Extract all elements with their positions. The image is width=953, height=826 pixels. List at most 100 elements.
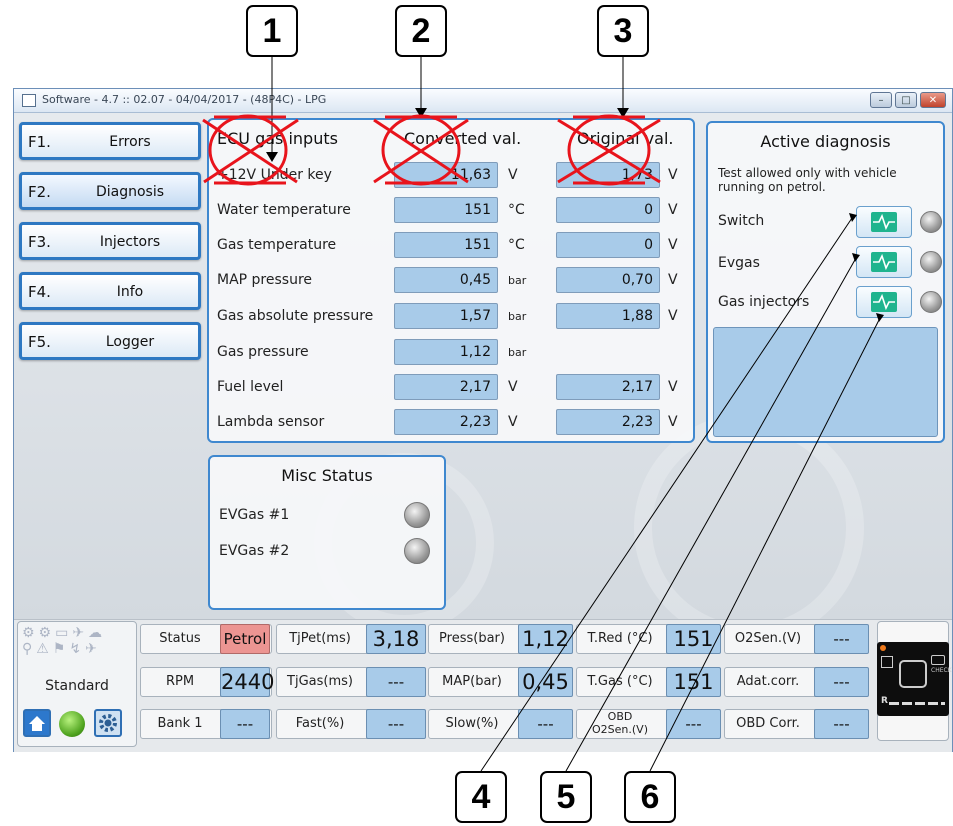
minimize-button[interactable]: – <box>870 92 892 108</box>
status-label: TjPet(ms) <box>289 631 351 646</box>
original-unit: V <box>668 202 678 218</box>
misc-status-title: Misc Status <box>281 466 373 485</box>
converted-value: 1,57 <box>394 303 498 329</box>
nav-label: Logger <box>105 334 155 350</box>
status-value: --- <box>814 709 869 739</box>
gauge-icon <box>899 660 927 688</box>
status-value: --- <box>814 667 869 697</box>
status-label: Adat.corr. <box>736 674 800 689</box>
callout-4: 4 <box>455 771 507 823</box>
diag-evgas-label: Evgas <box>718 255 760 271</box>
original-unit: V <box>668 237 678 253</box>
nav-injectors-button[interactable]: F3. Injectors <box>19 222 201 260</box>
converted-value: 1,12 <box>394 339 498 365</box>
settings-button[interactable] <box>94 709 122 737</box>
gear-icon <box>99 714 117 732</box>
status-value: 151 <box>666 667 721 697</box>
nav-errors-button[interactable]: F1. Errors <box>19 122 201 160</box>
status-label: OBD O2Sen.(V) <box>592 710 648 736</box>
original-unit: V <box>668 167 678 183</box>
home-button[interactable] <box>23 709 51 737</box>
converted-header: Converted val. <box>404 129 522 148</box>
callout-6: 6 <box>624 771 676 823</box>
converted-value: 151 <box>394 232 498 258</box>
converted-unit: °C <box>508 237 525 253</box>
close-button[interactable]: ✕ <box>920 92 946 108</box>
status-label: O2Sen.(V) <box>734 631 802 646</box>
input-label: Gas absolute pressure <box>217 308 374 324</box>
status-value: --- <box>518 709 573 739</box>
dashboard-display: CHECK R <box>877 642 952 716</box>
input-label: Fuel level <box>217 379 284 395</box>
diagnosis-output-box <box>713 327 938 437</box>
nav-label: Info <box>116 284 144 300</box>
original-value: 0 <box>556 197 660 223</box>
callout-3: 3 <box>597 5 649 57</box>
status-value: --- <box>220 709 270 739</box>
status-value: --- <box>666 709 721 739</box>
status-value: 3,18 <box>366 624 426 654</box>
nav-info-button[interactable]: F4. Info <box>19 272 201 310</box>
nav-logger-button[interactable]: F5. Logger <box>19 322 201 360</box>
diag-evgas-test-button[interactable] <box>856 246 912 278</box>
evgas1-label: EVGas #1 <box>219 507 290 523</box>
original-unit: V <box>668 414 678 430</box>
converted-unit: °C <box>508 202 525 218</box>
input-label: Gas temperature <box>217 237 337 253</box>
original-value: 1,88 <box>556 303 660 329</box>
input-label: Water temperature <box>217 202 351 218</box>
status-label: RPM <box>165 674 195 689</box>
status-value: 2440 <box>220 667 274 697</box>
window-title: Software - 4.7 :: 02.07 - 04/04/2017 - (… <box>42 93 327 106</box>
disabled-tool-icons: ⚙⚙▭✈☁ ⚲⚠⚑↯✈ <box>22 625 107 657</box>
converted-unit: V <box>508 379 518 395</box>
status-label: MAP(bar) <box>442 674 502 689</box>
evgas1-led <box>404 502 430 528</box>
status-label: Slow(%) <box>445 716 499 731</box>
home-icon <box>29 716 45 731</box>
converted-value: 151 <box>394 197 498 223</box>
original-unit: V <box>668 308 678 324</box>
status-label: OBD Corr. <box>736 716 800 731</box>
callout-5: 5 <box>540 771 592 823</box>
input-label: Lambda sensor <box>217 414 325 430</box>
diag-switch-test-button[interactable] <box>856 206 912 238</box>
original-value: 2,17 <box>556 374 660 400</box>
status-label: Status <box>159 631 201 646</box>
original-unit: V <box>668 272 678 288</box>
callout-2: 2 <box>395 5 447 57</box>
status-value: Petrol <box>220 624 270 654</box>
status-value: --- <box>366 709 426 739</box>
nav-label: Errors <box>109 134 151 150</box>
converted-value: 11,63 <box>394 162 498 188</box>
status-label: Press(bar) <box>439 631 505 646</box>
original-value: 0 <box>556 232 660 258</box>
waveform-icon <box>871 212 897 232</box>
diag-evgas-led <box>920 251 942 273</box>
status-value: 0,45 <box>518 667 573 697</box>
original-header: Original val. <box>577 129 674 148</box>
nav-diagnosis-button[interactable]: F2. Diagnosis <box>19 172 201 210</box>
check-label: CHECK <box>931 667 952 674</box>
converted-value: 0,45 <box>394 267 498 293</box>
reverse-label: R <box>881 696 888 706</box>
status-label: Bank 1 <box>157 716 203 731</box>
converted-unit: bar <box>508 274 527 287</box>
status-value: 151 <box>666 624 721 654</box>
nav-key: F3. <box>28 233 51 251</box>
diag-injectors-test-button[interactable] <box>856 286 912 318</box>
status-label: T.Red (°C) <box>587 631 653 646</box>
callout-1: 1 <box>246 5 298 57</box>
title-bar: Software - 4.7 :: 02.07 - 04/04/2017 - (… <box>14 89 952 113</box>
diag-switch-label: Switch <box>718 213 765 229</box>
waveform-icon <box>871 292 897 312</box>
status-label: T.Gas (°C) <box>587 674 653 689</box>
nav-label: Injectors <box>99 234 161 250</box>
level-bar <box>889 702 945 705</box>
original-unit: V <box>668 379 678 395</box>
input-label: Gas pressure <box>217 344 309 360</box>
maximize-button[interactable]: □ <box>895 92 917 108</box>
nav-key: F2. <box>28 183 51 201</box>
status-value: 1,12 <box>518 624 573 654</box>
status-value: --- <box>366 667 426 697</box>
